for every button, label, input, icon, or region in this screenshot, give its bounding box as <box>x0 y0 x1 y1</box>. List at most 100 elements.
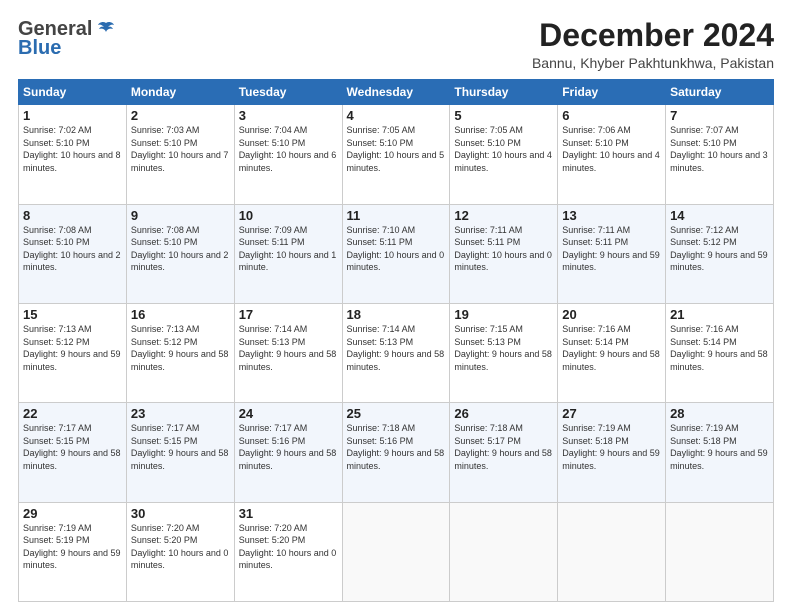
day-info: Sunrise: 7:17 AMSunset: 5:16 PMDaylight:… <box>239 422 338 472</box>
location-subtitle: Bannu, Khyber Pakhtunkhwa, Pakistan <box>532 55 774 71</box>
day-number: 30 <box>131 506 230 521</box>
day-info: Sunrise: 7:12 AMSunset: 5:12 PMDaylight:… <box>670 224 769 274</box>
day-info: Sunrise: 7:19 AMSunset: 5:19 PMDaylight:… <box>23 522 122 572</box>
day-info: Sunrise: 7:19 AMSunset: 5:18 PMDaylight:… <box>562 422 661 472</box>
calendar-day-cell: 7Sunrise: 7:07 AMSunset: 5:10 PMDaylight… <box>666 105 774 204</box>
day-number: 20 <box>562 307 661 322</box>
calendar-day-cell <box>450 502 558 601</box>
calendar-week-row: 22Sunrise: 7:17 AMSunset: 5:15 PMDayligh… <box>19 403 774 502</box>
weekday-header-sunday: Sunday <box>19 80 127 105</box>
calendar-day-cell: 1Sunrise: 7:02 AMSunset: 5:10 PMDaylight… <box>19 105 127 204</box>
calendar-day-cell: 8Sunrise: 7:08 AMSunset: 5:10 PMDaylight… <box>19 204 127 303</box>
day-info: Sunrise: 7:16 AMSunset: 5:14 PMDaylight:… <box>562 323 661 373</box>
calendar-table: SundayMondayTuesdayWednesdayThursdayFrid… <box>18 79 774 602</box>
day-info: Sunrise: 7:09 AMSunset: 5:11 PMDaylight:… <box>239 224 338 274</box>
day-number: 8 <box>23 208 122 223</box>
calendar-day-cell: 6Sunrise: 7:06 AMSunset: 5:10 PMDaylight… <box>558 105 666 204</box>
day-number: 3 <box>239 108 338 123</box>
calendar-day-cell: 27Sunrise: 7:19 AMSunset: 5:18 PMDayligh… <box>558 403 666 502</box>
calendar-week-row: 8Sunrise: 7:08 AMSunset: 5:10 PMDaylight… <box>19 204 774 303</box>
weekday-header-tuesday: Tuesday <box>234 80 342 105</box>
day-info: Sunrise: 7:18 AMSunset: 5:17 PMDaylight:… <box>454 422 553 472</box>
day-number: 23 <box>131 406 230 421</box>
calendar-day-cell <box>558 502 666 601</box>
day-number: 31 <box>239 506 338 521</box>
day-info: Sunrise: 7:20 AMSunset: 5:20 PMDaylight:… <box>239 522 338 572</box>
day-number: 18 <box>347 307 446 322</box>
page: General Blue December 2024 Bannu, Khyber… <box>0 0 792 612</box>
day-number: 27 <box>562 406 661 421</box>
day-number: 1 <box>23 108 122 123</box>
day-info: Sunrise: 7:20 AMSunset: 5:20 PMDaylight:… <box>131 522 230 572</box>
calendar-day-cell: 16Sunrise: 7:13 AMSunset: 5:12 PMDayligh… <box>126 303 234 402</box>
day-info: Sunrise: 7:11 AMSunset: 5:11 PMDaylight:… <box>454 224 553 274</box>
day-number: 10 <box>239 208 338 223</box>
day-number: 29 <box>23 506 122 521</box>
day-info: Sunrise: 7:17 AMSunset: 5:15 PMDaylight:… <box>131 422 230 472</box>
logo-bird-icon <box>96 20 116 40</box>
day-number: 7 <box>670 108 769 123</box>
calendar-day-cell: 11Sunrise: 7:10 AMSunset: 5:11 PMDayligh… <box>342 204 450 303</box>
calendar-day-cell: 25Sunrise: 7:18 AMSunset: 5:16 PMDayligh… <box>342 403 450 502</box>
calendar-day-cell: 10Sunrise: 7:09 AMSunset: 5:11 PMDayligh… <box>234 204 342 303</box>
weekday-header-row: SundayMondayTuesdayWednesdayThursdayFrid… <box>19 80 774 105</box>
logo-blue-text: Blue <box>18 37 61 60</box>
calendar-day-cell: 14Sunrise: 7:12 AMSunset: 5:12 PMDayligh… <box>666 204 774 303</box>
day-number: 9 <box>131 208 230 223</box>
calendar-day-cell: 23Sunrise: 7:17 AMSunset: 5:15 PMDayligh… <box>126 403 234 502</box>
day-number: 17 <box>239 307 338 322</box>
day-info: Sunrise: 7:06 AMSunset: 5:10 PMDaylight:… <box>562 124 661 174</box>
day-number: 12 <box>454 208 553 223</box>
weekday-header-wednesday: Wednesday <box>342 80 450 105</box>
day-info: Sunrise: 7:10 AMSunset: 5:11 PMDaylight:… <box>347 224 446 274</box>
day-info: Sunrise: 7:14 AMSunset: 5:13 PMDaylight:… <box>347 323 446 373</box>
calendar-day-cell: 21Sunrise: 7:16 AMSunset: 5:14 PMDayligh… <box>666 303 774 402</box>
month-title: December 2024 <box>532 18 774 53</box>
day-info: Sunrise: 7:13 AMSunset: 5:12 PMDaylight:… <box>131 323 230 373</box>
calendar-day-cell: 5Sunrise: 7:05 AMSunset: 5:10 PMDaylight… <box>450 105 558 204</box>
day-number: 26 <box>454 406 553 421</box>
weekday-header-saturday: Saturday <box>666 80 774 105</box>
calendar-day-cell: 12Sunrise: 7:11 AMSunset: 5:11 PMDayligh… <box>450 204 558 303</box>
calendar-week-row: 15 Sunrise: 7:13 AMSunset: 5:12 PMDayligh… <box>19 303 774 402</box>
calendar-week-row: 1Sunrise: 7:02 AMSunset: 5:10 PMDaylight… <box>19 105 774 204</box>
day-info: Sunrise: 7:15 AMSunset: 5:13 PMDaylight:… <box>454 323 553 373</box>
day-info: Sunrise: 7:05 AMSunset: 5:10 PMDaylight:… <box>454 124 553 174</box>
calendar-day-cell <box>342 502 450 601</box>
day-number: 15 <box>23 307 122 322</box>
calendar-day-cell: 15Sunrise: 7:13 AMSunset: 5:12 PMDayligh… <box>19 303 127 402</box>
logo: General Blue <box>18 18 116 60</box>
day-number: 24 <box>239 406 338 421</box>
day-info: Sunrise: 7:04 AMSunset: 5:10 PMDaylight:… <box>239 124 338 174</box>
calendar-day-cell: 31Sunrise: 7:20 AMSunset: 5:20 PMDayligh… <box>234 502 342 601</box>
calendar-day-cell: 2Sunrise: 7:03 AMSunset: 5:10 PMDaylight… <box>126 105 234 204</box>
weekday-header-monday: Monday <box>126 80 234 105</box>
day-info: Sunrise: 7:08 AMSunset: 5:10 PMDaylight:… <box>23 224 122 274</box>
header: General Blue December 2024 Bannu, Khyber… <box>18 18 774 71</box>
calendar-day-cell: 18Sunrise: 7:14 AMSunset: 5:13 PMDayligh… <box>342 303 450 402</box>
title-block: December 2024 Bannu, Khyber Pakhtunkhwa,… <box>532 18 774 71</box>
weekday-header-thursday: Thursday <box>450 80 558 105</box>
day-number: 22 <box>23 406 122 421</box>
day-info: Sunrise: 7:02 AMSunset: 5:10 PMDaylight:… <box>23 124 122 174</box>
calendar-week-row: 29Sunrise: 7:19 AMSunset: 5:19 PMDayligh… <box>19 502 774 601</box>
calendar-day-cell: 9Sunrise: 7:08 AMSunset: 5:10 PMDaylight… <box>126 204 234 303</box>
day-number: 13 <box>562 208 661 223</box>
day-info: Sunrise: 7:05 AMSunset: 5:10 PMDaylight:… <box>347 124 446 174</box>
day-info: Sunrise: 7:07 AMSunset: 5:10 PMDaylight:… <box>670 124 769 174</box>
day-number: 28 <box>670 406 769 421</box>
day-info: Sunrise: 7:17 AMSunset: 5:15 PMDaylight:… <box>23 422 122 472</box>
day-number: 4 <box>347 108 446 123</box>
day-info: Sunrise: 7:18 AMSunset: 5:16 PMDaylight:… <box>347 422 446 472</box>
day-number: 19 <box>454 307 553 322</box>
calendar-day-cell <box>666 502 774 601</box>
day-number: 6 <box>562 108 661 123</box>
calendar-day-cell: 26Sunrise: 7:18 AMSunset: 5:17 PMDayligh… <box>450 403 558 502</box>
day-info: Sunrise: 7:08 AMSunset: 5:10 PMDaylight:… <box>131 224 230 274</box>
day-info: Sunrise: 7:19 AMSunset: 5:18 PMDaylight:… <box>670 422 769 472</box>
day-number: 21 <box>670 307 769 322</box>
calendar-day-cell: 30Sunrise: 7:20 AMSunset: 5:20 PMDayligh… <box>126 502 234 601</box>
calendar-day-cell: 4Sunrise: 7:05 AMSunset: 5:10 PMDaylight… <box>342 105 450 204</box>
calendar-day-cell: 29Sunrise: 7:19 AMSunset: 5:19 PMDayligh… <box>19 502 127 601</box>
day-number: 2 <box>131 108 230 123</box>
